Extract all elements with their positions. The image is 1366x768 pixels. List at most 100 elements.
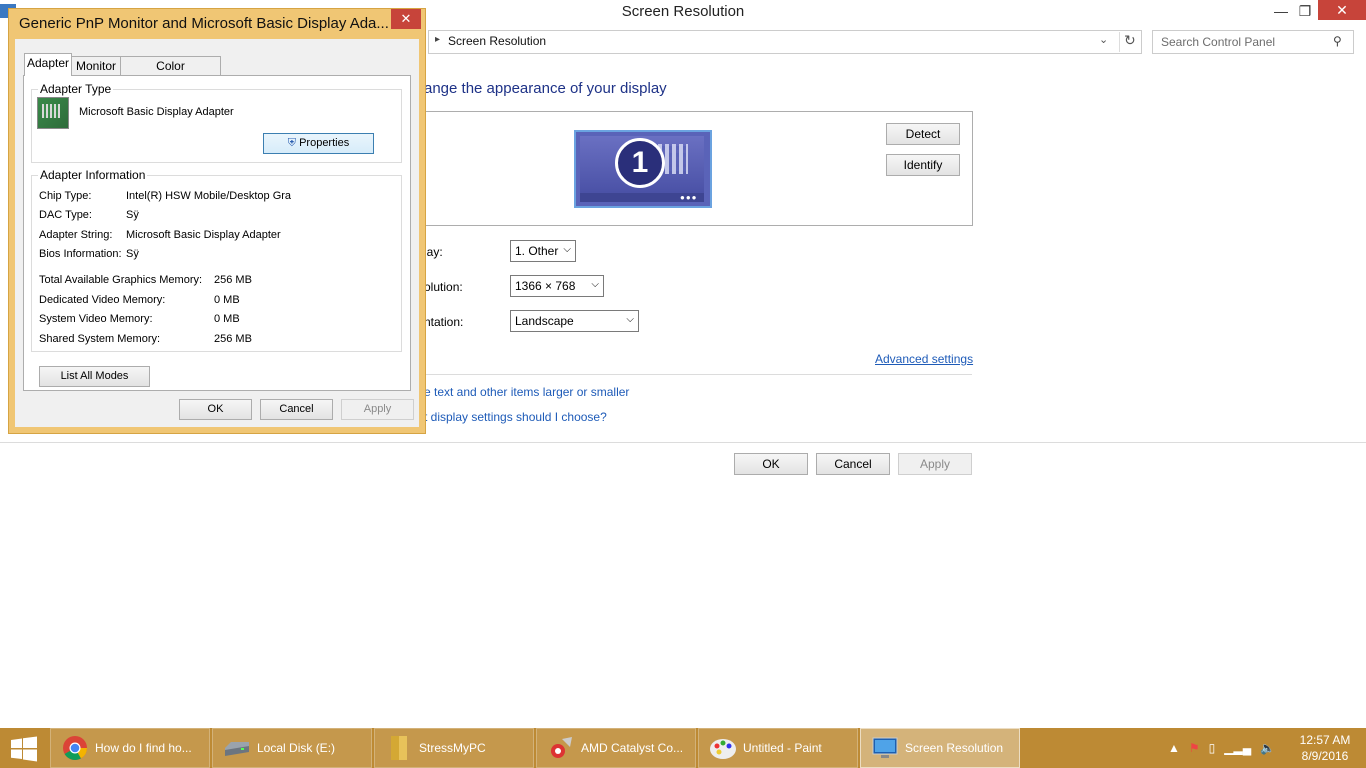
- dedicated-memory-key: Dedicated Video Memory:: [39, 294, 166, 306]
- folder-icon: [385, 734, 413, 762]
- start-button[interactable]: [8, 736, 40, 762]
- dac-type-key: DAC Type:: [39, 209, 92, 221]
- dialog-close-button[interactable]: ✕: [391, 9, 421, 29]
- system-memory-key: System Video Memory:: [39, 313, 153, 325]
- clock-time: 12:57 AM: [1299, 733, 1351, 747]
- apply-button[interactable]: Apply: [898, 453, 972, 475]
- volume-icon[interactable]: 🔈: [1260, 741, 1275, 755]
- divider: [0, 442, 1366, 443]
- tab-monitor[interactable]: Monitor: [71, 56, 121, 75]
- detect-button[interactable]: Detect: [886, 123, 960, 145]
- chevron-down-icon: ⌵: [591, 279, 599, 290]
- clock-date: 8/9/2016: [1301, 749, 1349, 763]
- close-button[interactable]: ✕: [1318, 0, 1366, 20]
- list-all-modes-button[interactable]: List All Modes: [39, 366, 150, 387]
- orientation-select[interactable]: Landscape ⌵: [510, 310, 639, 332]
- properties-button[interactable]: ⛨ Properties: [263, 133, 374, 154]
- maximize-button[interactable]: ❐: [1290, 0, 1320, 22]
- breadcrumb[interactable]: Screen Resolution: [448, 34, 546, 48]
- total-memory-key: Total Available Graphics Memory:: [39, 274, 203, 286]
- windows-logo-icon: [11, 736, 37, 762]
- search-input[interactable]: Search Control Panel ⚲: [1152, 30, 1354, 54]
- taskbar-label: Untitled - Paint: [743, 741, 822, 755]
- display-icon: [871, 734, 899, 762]
- text-size-link[interactable]: e text and other items larger or smaller: [424, 385, 629, 399]
- monitor-number: 1: [615, 138, 665, 188]
- bios-info-key: Bios Information:: [39, 248, 122, 260]
- monitor-1-icon[interactable]: 1 ●●●: [574, 130, 712, 208]
- search-icon[interactable]: ⚲: [1333, 34, 1342, 48]
- action-center-flag-icon[interactable]: ⚑: [1189, 741, 1200, 755]
- search-placeholder: Search Control Panel: [1161, 35, 1276, 49]
- cancel-button[interactable]: Cancel: [816, 453, 890, 475]
- display-preview-panel: 1 ●●● Detect Identify: [424, 111, 973, 226]
- dedicated-memory-value: 0 MB: [214, 294, 240, 306]
- adapter-properties-dialog: Generic PnP Monitor and Microsoft Basic …: [8, 8, 426, 434]
- taskbar-item-amd-catalyst[interactable]: AMD Catalyst Co...: [536, 728, 696, 768]
- display-select[interactable]: 1. Other ⌵: [510, 240, 576, 262]
- amd-icon: [547, 734, 575, 762]
- adapter-name: Microsoft Basic Display Adapter: [79, 106, 234, 118]
- taskbar: How do I find ho... Local Disk (E:) Stre…: [0, 728, 1366, 768]
- group-label: Adapter Type: [38, 82, 114, 96]
- resolution-value: 1366 × 768: [515, 279, 576, 293]
- shared-memory-value: 256 MB: [214, 333, 252, 345]
- adapter-info-group: Adapter Information Chip Type: Intel(R) …: [31, 168, 402, 352]
- adapter-type-group: Adapter Type Microsoft Basic Display Ada…: [31, 82, 402, 163]
- paint-icon: [709, 734, 737, 762]
- address-bar[interactable]: ▸ Screen Resolution ⌄ ↻: [428, 30, 1142, 54]
- adapter-string-value: Microsoft Basic Display Adapter: [126, 229, 281, 241]
- divider: [424, 374, 972, 375]
- taskbar-item-stressmypc[interactable]: StressMyPC: [374, 728, 534, 768]
- resolution-select[interactable]: 1366 × 768 ⌵: [510, 275, 604, 297]
- display-label: lay:: [424, 245, 443, 259]
- refresh-icon[interactable]: ↻: [1119, 32, 1136, 52]
- chip-type-key: Chip Type:: [39, 190, 92, 202]
- taskbar-label: Local Disk (E:): [257, 741, 336, 755]
- breadcrumb-arrow-icon: ▸: [435, 34, 441, 45]
- adapter-tab-page: Adapter Type Microsoft Basic Display Ada…: [23, 75, 411, 391]
- dialog-apply-button[interactable]: Apply: [341, 399, 414, 420]
- network-signal-icon[interactable]: ▁▂▄: [1224, 741, 1251, 755]
- monitor-dots: ●●●: [680, 193, 698, 202]
- bios-info-value: Sÿ: [126, 248, 139, 260]
- group-label: Adapter Information: [38, 168, 148, 182]
- advanced-settings-link[interactable]: Advanced settings: [875, 352, 973, 366]
- shared-memory-key: Shared System Memory:: [39, 333, 161, 345]
- display-adapter-icon: [37, 97, 69, 129]
- taskbar-label: Screen Resolution: [905, 741, 1004, 755]
- chevron-down-icon[interactable]: ⌄: [1099, 33, 1108, 46]
- taskbar-item-chrome[interactable]: How do I find ho...: [50, 728, 210, 768]
- dialog-title: Generic PnP Monitor and Microsoft Basic …: [19, 15, 389, 32]
- resolution-label: olution:: [424, 280, 463, 294]
- usb-device-icon[interactable]: ▯: [1209, 741, 1216, 755]
- dialog-body: Adapter Monitor Color Management Adapter…: [15, 39, 419, 427]
- show-hidden-icons-chevron-icon[interactable]: ▲: [1168, 741, 1180, 755]
- properties-label: Properties: [299, 137, 350, 149]
- taskbar-item-screen-resolution[interactable]: Screen Resolution: [860, 728, 1020, 768]
- display-help-link[interactable]: t display settings should I choose?: [424, 410, 607, 424]
- taskbar-label: StressMyPC: [419, 741, 486, 755]
- chrome-icon: [61, 734, 89, 762]
- orientation-label: ntation:: [424, 315, 464, 329]
- shield-icon: ⛨: [287, 137, 297, 149]
- drive-icon: [223, 734, 251, 762]
- total-memory-value: 256 MB: [214, 274, 252, 286]
- chevron-down-icon: ⌵: [626, 314, 634, 325]
- identify-button[interactable]: Identify: [886, 154, 960, 176]
- chevron-down-icon: ⌵: [563, 244, 571, 255]
- clock[interactable]: 12:57 AM 8/9/2016: [1292, 732, 1358, 764]
- system-tray: ▲ ⚑ ▯ ▁▂▄ 🔈: [1168, 728, 1288, 768]
- dac-type-value: Sÿ: [126, 209, 139, 221]
- tab-color-management[interactable]: Color Management: [120, 56, 221, 91]
- tab-adapter[interactable]: Adapter: [24, 53, 72, 76]
- chip-type-value: Intel(R) HSW Mobile/Desktop Gra: [126, 190, 292, 202]
- page-title: ange the appearance of your display: [424, 80, 667, 97]
- taskbar-item-paint[interactable]: Untitled - Paint: [698, 728, 858, 768]
- ok-button[interactable]: OK: [734, 453, 808, 475]
- taskbar-item-local-disk[interactable]: Local Disk (E:): [212, 728, 372, 768]
- dialog-cancel-button[interactable]: Cancel: [260, 399, 333, 420]
- system-memory-value: 0 MB: [214, 313, 240, 325]
- taskbar-label: AMD Catalyst Co...: [581, 741, 684, 755]
- dialog-ok-button[interactable]: OK: [179, 399, 252, 420]
